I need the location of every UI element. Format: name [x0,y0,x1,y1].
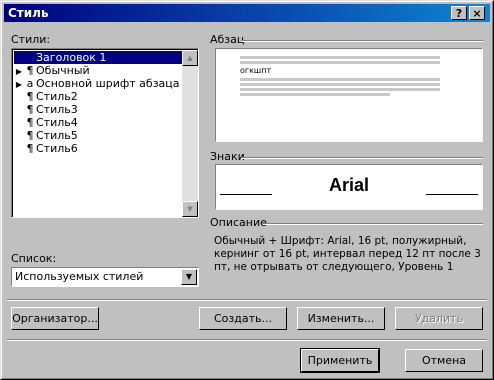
style-type-icon: ¶ [26,90,34,103]
style-list-item[interactable]: ¶ Стиль6 [14,142,184,155]
chars-divider [241,157,483,159]
cancel-button[interactable]: Отмена [405,349,483,372]
chars-sample-font: Arial [328,175,370,195]
style-list-item-label: Стиль4 [36,116,78,129]
style-list-item[interactable]: ▶ ¶ Обычный [14,64,184,77]
scroll-down-button[interactable]: ▼ [182,201,198,217]
style-list-item-label: Стиль5 [36,129,78,142]
delete-button: Удалить [395,307,483,330]
style-list-item[interactable]: Заголовок 1 [14,51,184,64]
style-list-item-label: Стиль3 [36,103,78,116]
style-type-icon: ¶ [26,142,34,155]
create-button[interactable]: Создать... [199,307,287,330]
description-divider [263,223,483,225]
styles-scrollbar[interactable]: ▲ ▼ [182,50,198,217]
preview-line [240,56,440,59]
chars-right-rule [426,194,478,195]
style-list-item[interactable]: ¶ Стиль3 [14,103,184,116]
help-button[interactable]: ? [451,6,467,20]
style-list-item[interactable]: ¶ Стиль5 [14,129,184,142]
styles-listbox[interactable]: Заголовок 1 ▶ ¶ Обычный ▶ a Основной шрифт абз… [11,48,199,218]
style-dialog: Стиль ? × Стили: Заголовок 1 ▶ ¶ Обычный ▶ a О… [0,0,494,380]
style-list-item[interactable]: ¶ Стиль2 [14,90,184,103]
window-title: Стиль [8,6,49,20]
style-list-item-label: Стиль2 [36,90,78,103]
apply-button[interactable]: Применить [300,348,380,373]
paragraph-divider [241,40,483,42]
preview-line [240,93,390,96]
styles-label: Стили: [11,33,51,46]
dialog-separator [7,299,487,301]
chars-label: Знаки [210,150,245,163]
bottom-separator [7,339,487,341]
style-list-item[interactable]: ▶ a Основной шрифт абзаца [14,77,184,90]
style-list-item[interactable]: ¶ Стиль4 [14,116,184,129]
paragraph-label: Абзац [210,33,245,46]
paragraph-sample-text: огкшпт [240,66,272,75]
style-type-icon: ¶ [26,129,34,142]
list-filter-label: Список: [11,252,57,265]
style-type-icon: ¶ [26,116,34,129]
title-bar[interactable]: Стиль ? × [4,4,490,22]
paragraph-preview: огкшпт [215,48,483,142]
scroll-up-button[interactable]: ▲ [182,50,198,66]
description-label: Описание [210,216,267,229]
preview-line [240,78,440,81]
preview-line [240,83,440,86]
preview-line [240,88,440,91]
style-type-icon: a [26,77,34,90]
style-type-icon: ¶ [26,64,34,77]
preview-line [240,61,440,64]
style-list-item-label: Заголовок 1 [36,51,107,64]
chevron-down-icon[interactable]: ▼ [181,269,197,285]
style-list-item-label: Стиль6 [36,142,78,155]
description-text: Обычный + Шрифт: Arial, 16 pt, полужирны… [214,235,481,273]
list-filter-combo[interactable]: Используемых стилей ▼ [11,267,199,287]
list-filter-value: Используемых стилей [15,270,144,283]
close-button[interactable]: × [469,6,485,20]
chars-preview: Arial [215,164,483,210]
style-list-item-label: Основной шрифт абзаца [36,77,180,90]
style-type-icon: ¶ [26,103,34,116]
organizer-button[interactable]: Организатор... [11,307,99,330]
style-list-item-label: Обычный [36,64,90,77]
modify-button[interactable]: Изменить... [297,307,385,330]
styles-listbox-inner: Заголовок 1 ▶ ¶ Обычный ▶ a Основной шрифт абз… [12,49,198,217]
